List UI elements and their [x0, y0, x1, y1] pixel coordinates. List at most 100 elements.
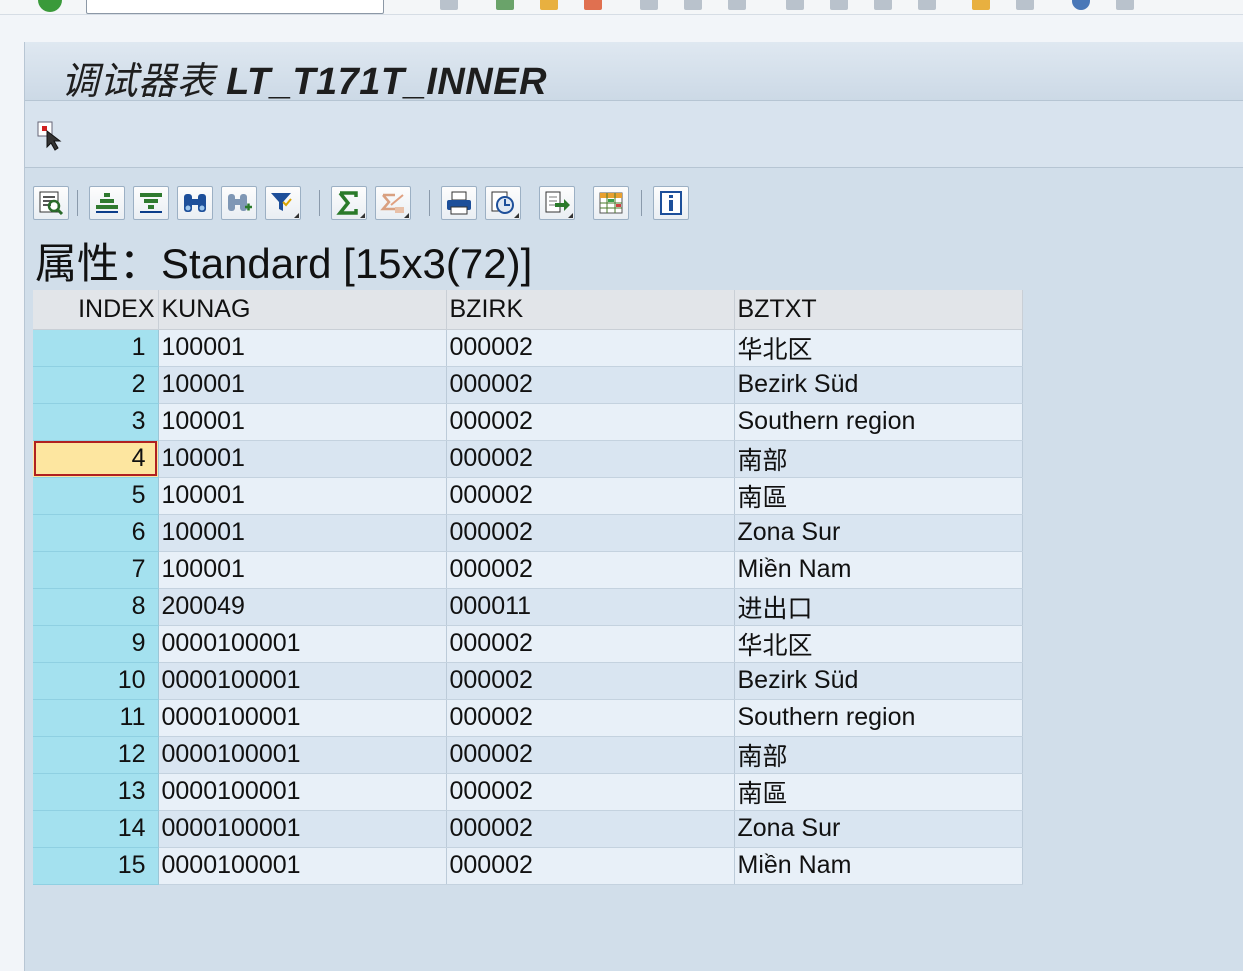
bzirk-cell[interactable]: 000002	[446, 514, 735, 552]
row-index-cell[interactable]: 2	[33, 366, 159, 404]
row-index-cell[interactable]: 5	[33, 477, 159, 515]
find-button[interactable]	[177, 186, 213, 220]
sum-button[interactable]	[331, 186, 367, 220]
find-icon[interactable]	[684, 0, 702, 10]
table-row[interactable]: 2 100001 000002 Bezirk Süd	[33, 366, 1023, 404]
bztxt-cell[interactable]: Southern region	[734, 403, 1023, 441]
exit-icon[interactable]	[540, 0, 558, 10]
row-index-cell[interactable]: 15	[33, 847, 159, 885]
bztxt-cell[interactable]: Zona Sur	[734, 810, 1023, 848]
kunag-cell[interactable]: 100001	[158, 477, 447, 515]
table-row[interactable]: 1 100001 000002 华北区	[33, 329, 1023, 367]
kunag-cell[interactable]: 0000100001	[158, 773, 447, 811]
row-index-cell-selected[interactable]: 4	[33, 440, 159, 478]
bzirk-cell[interactable]: 000002	[446, 662, 735, 700]
find-next-icon[interactable]	[728, 0, 746, 10]
table-row[interactable]: 7 100001 000002 Miền Nam	[33, 551, 1023, 589]
select-pointer-button[interactable]	[35, 119, 69, 153]
row-index-cell[interactable]: 10	[33, 662, 159, 700]
column-header-kunag[interactable]: KUNAG	[158, 290, 447, 330]
bztxt-cell[interactable]: Bezirk Süd	[734, 366, 1023, 404]
table-row[interactable]: 10 0000100001 000002 Bezirk Süd	[33, 662, 1023, 700]
kunag-cell[interactable]: 0000100001	[158, 699, 447, 737]
save-icon[interactable]	[440, 0, 458, 10]
row-index-cell[interactable]: 12	[33, 736, 159, 774]
kunag-cell[interactable]: 200049	[158, 588, 447, 626]
table-row[interactable]: 15 0000100001 000002 Miền Nam	[33, 847, 1023, 885]
bztxt-cell[interactable]: 华北区	[734, 329, 1023, 367]
bztxt-cell[interactable]: 南區	[734, 773, 1023, 811]
find-next-button[interactable]	[221, 186, 257, 220]
print-icon[interactable]	[640, 0, 658, 10]
row-index-cell[interactable]: 6	[33, 514, 159, 552]
cancel-icon[interactable]	[584, 0, 602, 10]
layout-menu-icon[interactable]	[1116, 0, 1134, 10]
enter-icon[interactable]	[38, 0, 62, 12]
help-icon[interactable]	[1072, 0, 1090, 10]
row-index-cell[interactable]: 3	[33, 403, 159, 441]
column-header-bzirk[interactable]: BZIRK	[446, 290, 735, 330]
table-row[interactable]: 13 0000100001 000002 南區	[33, 773, 1023, 811]
kunag-cell[interactable]: 100001	[158, 551, 447, 589]
bzirk-cell[interactable]: 000002	[446, 477, 735, 515]
kunag-cell[interactable]: 100001	[158, 440, 447, 478]
command-field[interactable]	[86, 0, 384, 14]
kunag-cell[interactable]: 100001	[158, 329, 447, 367]
row-index-cell[interactable]: 11	[33, 699, 159, 737]
table-row[interactable]: 3 100001 000002 Southern region	[33, 403, 1023, 441]
kunag-cell[interactable]: 0000100001	[158, 810, 447, 848]
bzirk-cell[interactable]: 000002	[446, 440, 735, 478]
column-header-index[interactable]: INDEX	[33, 290, 159, 330]
bzirk-cell[interactable]: 000002	[446, 551, 735, 589]
bzirk-cell[interactable]: 000002	[446, 625, 735, 663]
table-row[interactable]: 8 200049 000011 进出口	[33, 588, 1023, 626]
bzirk-cell[interactable]: 000002	[446, 403, 735, 441]
sort-ascending-button[interactable]	[89, 186, 125, 220]
bztxt-cell[interactable]: 进出口	[734, 588, 1023, 626]
kunag-cell[interactable]: 0000100001	[158, 662, 447, 700]
print-button[interactable]	[441, 186, 477, 220]
bztxt-cell[interactable]: Miền Nam	[734, 847, 1023, 885]
row-index-cell[interactable]: 13	[33, 773, 159, 811]
bztxt-cell[interactable]: 南部	[734, 440, 1023, 478]
bzirk-cell[interactable]: 000002	[446, 736, 735, 774]
bztxt-cell[interactable]: 华北区	[734, 625, 1023, 663]
bztxt-cell[interactable]: 南區	[734, 477, 1023, 515]
views-button[interactable]	[485, 186, 521, 220]
row-index-cell[interactable]: 7	[33, 551, 159, 589]
kunag-cell[interactable]: 100001	[158, 403, 447, 441]
row-index-cell[interactable]: 1	[33, 329, 159, 367]
column-header-bztxt[interactable]: BZTXT	[734, 290, 1023, 330]
table-row[interactable]: 14 0000100001 000002 Zona Sur	[33, 810, 1023, 848]
bztxt-cell[interactable]: Zona Sur	[734, 514, 1023, 552]
information-button[interactable]	[653, 186, 689, 220]
first-page-icon[interactable]	[786, 0, 804, 10]
table-row[interactable]: 11 0000100001 000002 Southern region	[33, 699, 1023, 737]
table-row[interactable]: 5 100001 000002 南區	[33, 477, 1023, 515]
sort-descending-button[interactable]	[133, 186, 169, 220]
bztxt-cell[interactable]: Bezirk Süd	[734, 662, 1023, 700]
kunag-cell[interactable]: 100001	[158, 366, 447, 404]
details-button[interactable]	[33, 186, 69, 220]
kunag-cell[interactable]: 0000100001	[158, 625, 447, 663]
bzirk-cell[interactable]: 000002	[446, 699, 735, 737]
table-row-selected[interactable]: 4 100001 000002 南部	[33, 440, 1023, 478]
export-button[interactable]	[539, 186, 575, 220]
bztxt-cell[interactable]: Miền Nam	[734, 551, 1023, 589]
change-layout-button[interactable]	[593, 186, 629, 220]
bzirk-cell[interactable]: 000002	[446, 773, 735, 811]
previous-page-icon[interactable]	[830, 0, 848, 10]
row-index-cell[interactable]: 14	[33, 810, 159, 848]
bzirk-cell[interactable]: 000002	[446, 329, 735, 367]
filter-button[interactable]	[265, 186, 301, 220]
last-page-icon[interactable]	[918, 0, 936, 10]
bztxt-cell[interactable]: Southern region	[734, 699, 1023, 737]
kunag-cell[interactable]: 0000100001	[158, 736, 447, 774]
row-index-cell[interactable]: 8	[33, 588, 159, 626]
bzirk-cell[interactable]: 000002	[446, 847, 735, 885]
table-row[interactable]: 6 100001 000002 Zona Sur	[33, 514, 1023, 552]
new-session-icon[interactable]	[972, 0, 990, 10]
kunag-cell[interactable]: 0000100001	[158, 847, 447, 885]
back-icon[interactable]	[496, 0, 514, 10]
row-index-cell[interactable]: 9	[33, 625, 159, 663]
